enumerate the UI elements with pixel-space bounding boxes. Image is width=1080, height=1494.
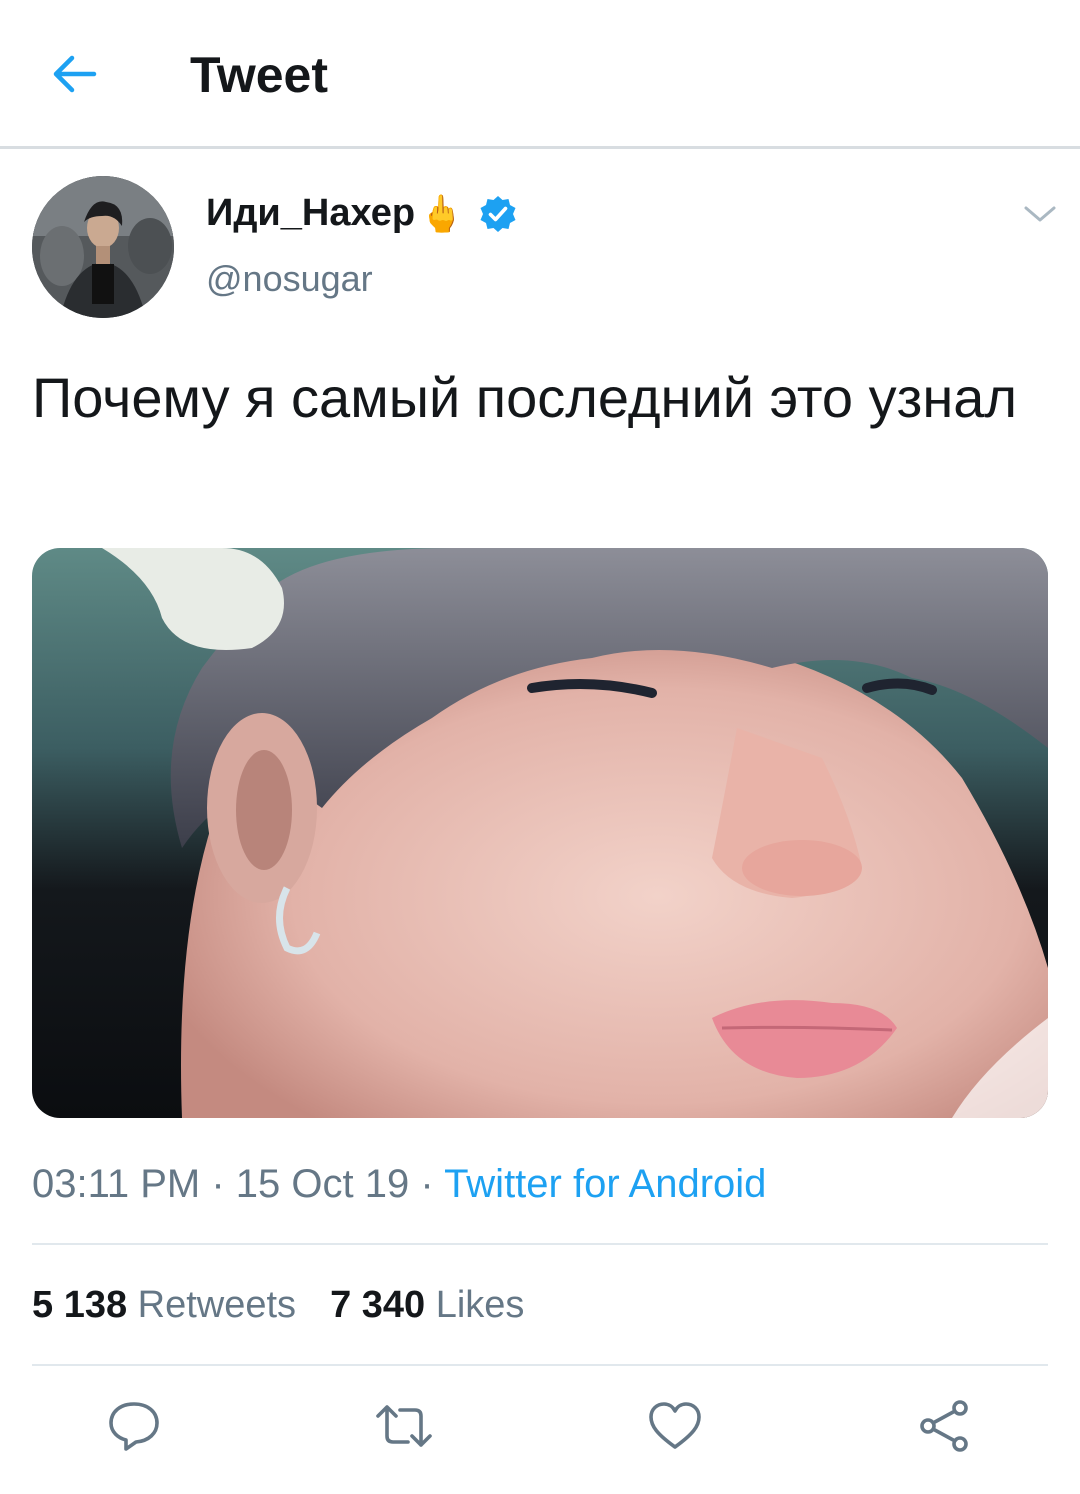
tweet-photo[interactable]: [32, 548, 1048, 1118]
tweet-text: Почему я самый последний это узнал: [32, 366, 1018, 429]
likes-stat[interactable]: 7 340 Likes: [330, 1284, 524, 1327]
tweet-stats: 5 138 Retweets 7 340 Likes: [32, 1284, 558, 1327]
display-name-text: Иди_Нахер: [206, 192, 416, 234]
arrow-left-icon: [53, 55, 97, 93]
meta-separator: ·: [409, 1162, 445, 1206]
share-icon: [920, 1400, 968, 1452]
verified-badge-icon: [480, 195, 516, 232]
retweets-label: Retweets: [137, 1284, 297, 1326]
likes-count: 7 340: [330, 1284, 426, 1326]
user-handle[interactable]: @nosugar: [206, 258, 373, 300]
divider: [32, 1364, 1048, 1366]
retweet-button[interactable]: [374, 1396, 434, 1456]
tweet-time: 03:11 PM: [32, 1162, 201, 1206]
top-app-bar: Tweet: [0, 0, 1080, 146]
back-button[interactable]: [44, 44, 104, 104]
avatar[interactable]: [32, 176, 174, 318]
tweet-menu-button[interactable]: [1018, 200, 1062, 230]
like-icon: [649, 1402, 701, 1449]
reply-icon: [109, 1402, 159, 1451]
likes-label: Likes: [435, 1284, 525, 1326]
chevron-down-icon: [1024, 206, 1056, 222]
retweet-icon: [376, 1405, 432, 1447]
meta-separator: ·: [200, 1162, 236, 1206]
like-button[interactable]: [645, 1396, 705, 1456]
tweet-source-link[interactable]: Twitter for Android: [444, 1162, 766, 1206]
header-divider: [0, 146, 1080, 149]
retweets-count: 5 138: [32, 1284, 128, 1326]
reply-button[interactable]: [104, 1396, 164, 1456]
display-name[interactable]: Иди_Нахер 🖕: [206, 192, 518, 235]
tweet-date: 15 Oct 19: [235, 1162, 410, 1206]
page-title: Tweet: [190, 47, 328, 103]
tweet-meta: 03:11 PM · 15 Oct 19 · Twitter for Andro…: [32, 1162, 766, 1207]
divider: [32, 1243, 1048, 1245]
share-button[interactable]: [914, 1396, 974, 1456]
retweets-stat[interactable]: 5 138 Retweets: [32, 1284, 296, 1327]
middle-finger-emoji: 🖕: [419, 192, 464, 234]
